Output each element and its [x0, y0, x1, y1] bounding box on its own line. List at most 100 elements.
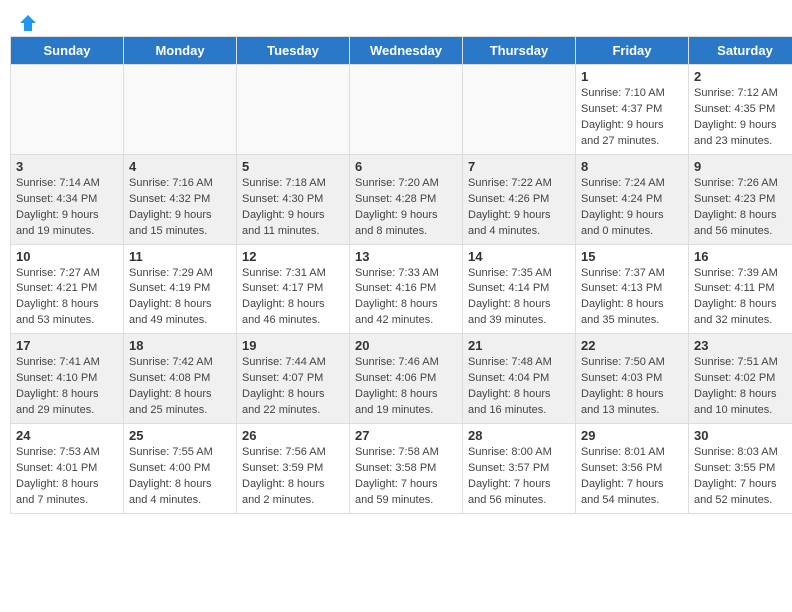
day-number: 12 [242, 249, 344, 264]
week-row-5: 24 Sunrise: 7:53 AM Sunset: 4:01 PM Dayli… [11, 424, 792, 514]
day-number: 6 [355, 159, 457, 174]
day-number: 27 [355, 428, 457, 443]
calendar-cell: 30 Sunrise: 8:03 AM Sunset: 3:55 PM Dayli… [689, 424, 792, 514]
day-info: Sunrise: 7:27 AM Sunset: 4:21 PM Dayligh… [16, 266, 118, 330]
calendar-cell: 5 Sunrise: 7:18 AM Sunset: 4:30 PM Daylig… [237, 154, 350, 244]
day-number: 19 [242, 338, 344, 353]
day-number: 14 [468, 249, 570, 264]
day-number: 18 [129, 338, 231, 353]
logo [15, 12, 39, 31]
day-info: Sunrise: 7:44 AM Sunset: 4:07 PM Dayligh… [242, 355, 344, 419]
day-info: Sunrise: 7:35 AM Sunset: 4:14 PM Dayligh… [468, 266, 570, 330]
week-row-1: 1 Sunrise: 7:10 AM Sunset: 4:37 PM Daylig… [11, 65, 792, 155]
weekday-wednesday: Wednesday [350, 37, 463, 65]
calendar-cell: 7Sunrise: 7:22 AM Sunset: 4:26 PM Daylig… [463, 154, 576, 244]
logo-icon [17, 12, 39, 34]
weekday-thursday: Thursday [463, 37, 576, 65]
calendar-cell: 18 Sunrise: 7:42 AM Sunset: 4:08 PM Dayli… [124, 334, 237, 424]
calendar-table: SundayMondayTuesdayWednesdayThursdayFrid… [10, 36, 792, 514]
calendar-cell: 9Sunrise: 7:26 AM Sunset: 4:23 PM Daylig… [689, 154, 792, 244]
day-number: 3 [16, 159, 118, 174]
weekday-saturday: Saturday [689, 37, 792, 65]
week-row-4: 17 Sunrise: 7:41 AM Sunset: 4:10 PM Dayli… [11, 334, 792, 424]
day-info: Sunrise: 7:58 AM Sunset: 3:58 PM Dayligh… [355, 445, 457, 509]
calendar-body: 1 Sunrise: 7:10 AM Sunset: 4:37 PM Daylig… [11, 65, 792, 514]
calendar-cell: 25 Sunrise: 7:55 AM Sunset: 4:00 PM Dayli… [124, 424, 237, 514]
calendar-cell: 29Sunrise: 8:01 AM Sunset: 3:56 PM Dayli… [576, 424, 689, 514]
calendar-cell: 12Sunrise: 7:31 AM Sunset: 4:17 PM Dayli… [237, 244, 350, 334]
calendar-cell: 1 Sunrise: 7:10 AM Sunset: 4:37 PM Daylig… [576, 65, 689, 155]
day-number: 10 [16, 249, 118, 264]
day-info: Sunrise: 7:56 AM Sunset: 3:59 PM Dayligh… [242, 445, 344, 509]
day-info: Sunrise: 7:51 AM Sunset: 4:02 PM Dayligh… [694, 355, 792, 419]
calendar-cell: 2 Sunrise: 7:12 AM Sunset: 4:35 PM Daylig… [689, 65, 792, 155]
calendar-cell: 10 Sunrise: 7:27 AM Sunset: 4:21 PM Dayli… [11, 244, 124, 334]
day-info: Sunrise: 7:42 AM Sunset: 4:08 PM Dayligh… [129, 355, 231, 419]
weekday-sunday: Sunday [11, 37, 124, 65]
week-row-2: 3Sunrise: 7:14 AM Sunset: 4:34 PM Daylig… [11, 154, 792, 244]
calendar-cell: 21 Sunrise: 7:48 AM Sunset: 4:04 PM Dayli… [463, 334, 576, 424]
weekday-tuesday: Tuesday [237, 37, 350, 65]
calendar-cell: 8Sunrise: 7:24 AM Sunset: 4:24 PM Daylig… [576, 154, 689, 244]
weekday-friday: Friday [576, 37, 689, 65]
day-info: Sunrise: 7:41 AM Sunset: 4:10 PM Dayligh… [16, 355, 118, 419]
calendar-cell: 23 Sunrise: 7:51 AM Sunset: 4:02 PM Dayli… [689, 334, 792, 424]
day-number: 13 [355, 249, 457, 264]
day-number: 4 [129, 159, 231, 174]
day-info: Sunrise: 7:33 AM Sunset: 4:16 PM Dayligh… [355, 266, 457, 330]
day-info: Sunrise: 7:46 AM Sunset: 4:06 PM Dayligh… [355, 355, 457, 419]
weekday-monday: Monday [124, 37, 237, 65]
day-number: 1 [581, 69, 683, 84]
calendar-cell: 4 Sunrise: 7:16 AM Sunset: 4:32 PM Daylig… [124, 154, 237, 244]
day-number: 11 [129, 249, 231, 264]
calendar-cell [237, 65, 350, 155]
calendar-cell [124, 65, 237, 155]
calendar-cell: 17 Sunrise: 7:41 AM Sunset: 4:10 PM Dayli… [11, 334, 124, 424]
day-info: Sunrise: 7:18 AM Sunset: 4:30 PM Dayligh… [242, 176, 344, 240]
day-info: Sunrise: 7:29 AM Sunset: 4:19 PM Dayligh… [129, 266, 231, 330]
day-info: Sunrise: 7:20 AM Sunset: 4:28 PM Dayligh… [355, 176, 457, 240]
calendar-cell: 11 Sunrise: 7:29 AM Sunset: 4:19 PM Dayli… [124, 244, 237, 334]
day-info: Sunrise: 7:53 AM Sunset: 4:01 PM Dayligh… [16, 445, 118, 509]
day-number: 17 [16, 338, 118, 353]
calendar-cell: 28Sunrise: 8:00 AM Sunset: 3:57 PM Dayli… [463, 424, 576, 514]
calendar-cell: 26 Sunrise: 7:56 AM Sunset: 3:59 PM Dayli… [237, 424, 350, 514]
day-info: Sunrise: 7:16 AM Sunset: 4:32 PM Dayligh… [129, 176, 231, 240]
calendar-cell: 14 Sunrise: 7:35 AM Sunset: 4:14 PM Dayli… [463, 244, 576, 334]
calendar-cell: 20 Sunrise: 7:46 AM Sunset: 4:06 PM Dayli… [350, 334, 463, 424]
day-info: Sunrise: 7:50 AM Sunset: 4:03 PM Dayligh… [581, 355, 683, 419]
calendar-cell: 27 Sunrise: 7:58 AM Sunset: 3:58 PM Dayli… [350, 424, 463, 514]
day-info: Sunrise: 7:12 AM Sunset: 4:35 PM Dayligh… [694, 86, 792, 150]
calendar-cell: 3Sunrise: 7:14 AM Sunset: 4:34 PM Daylig… [11, 154, 124, 244]
calendar-cell: 6 Sunrise: 7:20 AM Sunset: 4:28 PM Daylig… [350, 154, 463, 244]
day-info: Sunrise: 7:26 AM Sunset: 4:23 PM Dayligh… [694, 176, 792, 240]
day-number: 2 [694, 69, 792, 84]
calendar-cell: 19 Sunrise: 7:44 AM Sunset: 4:07 PM Dayli… [237, 334, 350, 424]
day-number: 22 [581, 338, 683, 353]
day-number: 24 [16, 428, 118, 443]
weekday-header-row: SundayMondayTuesdayWednesdayThursdayFrid… [11, 37, 792, 65]
day-number: 29 [581, 428, 683, 443]
day-number: 30 [694, 428, 792, 443]
day-number: 20 [355, 338, 457, 353]
day-info: Sunrise: 7:48 AM Sunset: 4:04 PM Dayligh… [468, 355, 570, 419]
day-info: Sunrise: 8:03 AM Sunset: 3:55 PM Dayligh… [694, 445, 792, 509]
day-number: 16 [694, 249, 792, 264]
day-number: 26 [242, 428, 344, 443]
day-number: 21 [468, 338, 570, 353]
header [0, 0, 792, 36]
day-number: 5 [242, 159, 344, 174]
day-info: Sunrise: 8:00 AM Sunset: 3:57 PM Dayligh… [468, 445, 570, 509]
week-row-3: 10 Sunrise: 7:27 AM Sunset: 4:21 PM Dayli… [11, 244, 792, 334]
calendar-cell: 15Sunrise: 7:37 AM Sunset: 4:13 PM Dayli… [576, 244, 689, 334]
calendar-cell: 24 Sunrise: 7:53 AM Sunset: 4:01 PM Dayli… [11, 424, 124, 514]
day-info: Sunrise: 7:10 AM Sunset: 4:37 PM Dayligh… [581, 86, 683, 150]
calendar-cell: 16Sunrise: 7:39 AM Sunset: 4:11 PM Dayli… [689, 244, 792, 334]
day-number: 25 [129, 428, 231, 443]
logo-text [15, 12, 39, 31]
calendar-cell [350, 65, 463, 155]
day-info: Sunrise: 7:55 AM Sunset: 4:00 PM Dayligh… [129, 445, 231, 509]
day-number: 23 [694, 338, 792, 353]
calendar-cell: 22 Sunrise: 7:50 AM Sunset: 4:03 PM Dayli… [576, 334, 689, 424]
day-number: 15 [581, 249, 683, 264]
